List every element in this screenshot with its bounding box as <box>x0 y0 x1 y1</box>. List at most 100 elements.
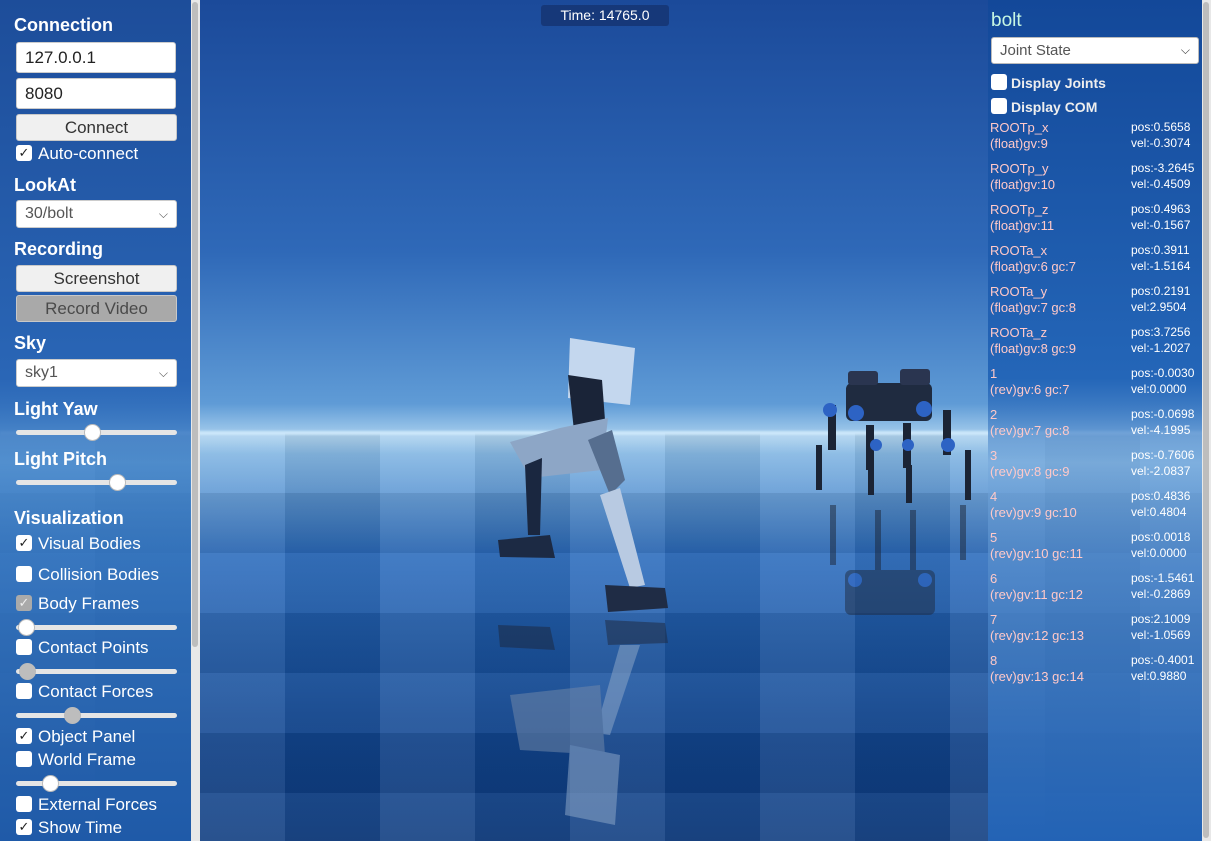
joint-gv-text: (rev)gv:8 gc:9 <box>990 464 1070 479</box>
sky-select[interactable]: sky1 ⌵ <box>16 359 177 387</box>
slider-knob[interactable] <box>83 424 101 441</box>
lookat-selected-value: 30/bolt <box>25 205 74 222</box>
record-video-button[interactable]: Record Video <box>16 295 177 322</box>
joint-pos-text: pos:0.3911 <box>1131 243 1190 257</box>
joint-gv-text: (rev)gv:13 gc:14 <box>990 669 1084 684</box>
bolt-robot[interactable] <box>490 330 680 620</box>
joint-row: ROOTa_z (float)gv:8 gc:9 pos:3.7256 vel:-1.… <box>990 325 1200 359</box>
joint-pos-text: pos:0.4963 <box>1131 202 1191 216</box>
screenshot-button[interactable]: Screenshot <box>16 265 177 292</box>
joint-name-text: 5 <box>990 530 998 545</box>
bolt-reflection <box>498 620 668 825</box>
checkbox-icon <box>16 682 32 699</box>
display-com-checkbox[interactable]: Display COM <box>991 98 1097 116</box>
checkbox-icon <box>991 98 1007 115</box>
joint-row: 4 (rev)gv:9 gc:10 pos:0.4836 vel:0.4804 <box>990 489 1200 523</box>
collision-bodies-checkbox[interactable]: Collision Bodies <box>16 565 159 585</box>
slider-track <box>16 669 177 674</box>
view-mode-select[interactable]: Joint State ⌵ <box>991 37 1199 64</box>
slider-knob[interactable] <box>64 707 82 724</box>
slider-knob[interactable] <box>109 474 127 491</box>
joint-gv-text: (rev)gv:12 gc:13 <box>990 628 1084 643</box>
contact-points-label: Contact Points <box>38 638 149 657</box>
slider-knob[interactable] <box>41 775 59 792</box>
joint-pos-text: pos:-0.0030 <box>1131 366 1195 380</box>
joint-name-text: ROOTp_z <box>990 202 1049 217</box>
joint-pos-text: pos:0.2191 <box>1131 284 1191 298</box>
right-panel-scrollbar[interactable] <box>1202 0 1211 841</box>
scrollbar-thumb[interactable] <box>192 2 198 647</box>
joint-gv-text: (float)gv:7 gc:8 <box>990 300 1076 315</box>
world-frame-slider[interactable] <box>16 775 177 793</box>
slider-knob[interactable] <box>17 619 35 636</box>
joint-vel-text: vel:-0.1567 <box>1131 218 1191 232</box>
joint-name-text: 7 <box>990 612 998 627</box>
world-frame-checkbox[interactable]: World Frame <box>16 750 136 770</box>
joint-pos-text: pos:0.4836 <box>1131 489 1191 503</box>
collision-bodies-label: Collision Bodies <box>38 565 159 584</box>
joint-gv-text: (rev)gv:10 gc:11 <box>990 546 1083 561</box>
joint-pos-text: pos:-0.7606 <box>1131 448 1195 462</box>
contact-points-checkbox[interactable]: Contact Points <box>16 638 149 658</box>
joint-vel-text: vel:2.9504 <box>1131 300 1187 314</box>
joint-row: 5 (rev)gv:10 gc:11 pos:0.0018 vel:0.0000 <box>990 530 1200 564</box>
body-frames-slider[interactable] <box>16 619 177 637</box>
ip-address-input[interactable]: 127.0.0.1 <box>16 42 176 73</box>
light-yaw-slider[interactable] <box>16 424 177 442</box>
checkbox-icon: ✓ <box>16 594 32 611</box>
checkbox-icon: ✓ <box>16 534 32 551</box>
joint-row: 3 (rev)gv:8 gc:9 pos:-0.7606 vel:-2.0837 <box>990 448 1200 482</box>
joint-row: 8 (rev)gv:13 gc:14 pos:-0.4001 vel:0.9880 <box>990 653 1200 687</box>
port-input[interactable]: 8080 <box>16 78 176 109</box>
joint-name-text: 6 <box>990 571 998 586</box>
connect-button[interactable]: Connect <box>16 114 177 141</box>
joint-row: ROOTp_x (float)gv:9 pos:0.5658 vel:-0.3074 <box>990 120 1200 154</box>
time-display: Time: 14765.0 <box>541 5 669 26</box>
external-forces-checkbox[interactable]: External Forces <box>16 795 157 815</box>
show-time-label: Show Time <box>38 818 123 837</box>
joint-row: 2 (rev)gv:7 gc:8 pos:-0.0698 vel:-4.1995 <box>990 407 1200 441</box>
body-frames-checkbox[interactable]: ✓ Body Frames <box>16 594 139 614</box>
slider-knob[interactable] <box>19 663 37 680</box>
checkbox-icon <box>16 750 32 767</box>
joint-vel-text: vel:-4.1995 <box>1131 423 1191 437</box>
bolt-left-shank <box>525 458 542 535</box>
left-panel-scrollbar[interactable] <box>191 0 200 841</box>
show-time-checkbox[interactable]: ✓ Show Time <box>16 818 122 838</box>
recording-title: Recording <box>14 239 104 259</box>
light-pitch-slider[interactable] <box>16 474 177 492</box>
auto-connect-label: Auto-connect <box>38 144 139 163</box>
checkbox-icon <box>16 795 32 812</box>
joint-name-text: 4 <box>990 489 998 504</box>
joint-vel-text: vel:-1.2027 <box>1131 341 1191 355</box>
contact-points-slider[interactable] <box>16 663 177 681</box>
joint-gv-text: (float)gv:6 gc:7 <box>990 259 1076 274</box>
joint-vel-text: vel:-1.5164 <box>1131 259 1191 273</box>
display-joints-label: Display Joints <box>1011 75 1106 91</box>
sky-title: Sky <box>14 333 47 353</box>
light-yaw-title: Light Yaw <box>14 399 98 419</box>
slider-track <box>16 713 177 718</box>
joint-pos-text: pos:-1.5461 <box>1131 571 1195 585</box>
lookat-select[interactable]: 30/bolt ⌵ <box>16 200 177 228</box>
object-panel-label: Object Panel <box>38 727 136 746</box>
auto-connect-checkbox[interactable]: ✓ Auto-connect <box>16 144 138 164</box>
display-joints-checkbox[interactable]: Display Joints <box>991 74 1106 92</box>
contact-forces-checkbox[interactable]: Contact Forces <box>16 682 153 702</box>
bolt-left-foot <box>498 535 555 558</box>
joint-pos-text: pos:0.0018 <box>1131 530 1191 544</box>
scrollbar-thumb[interactable] <box>1203 2 1209 838</box>
joint-name-text: 1 <box>990 366 998 381</box>
joint-vel-text: vel:0.0000 <box>1131 382 1187 396</box>
world-frame-label: World Frame <box>38 750 136 769</box>
object-panel-checkbox[interactable]: ✓ Object Panel <box>16 727 135 747</box>
chevron-down-icon: ⌵ <box>158 366 168 380</box>
visual-bodies-checkbox[interactable]: ✓ Visual Bodies <box>16 534 141 554</box>
checkbox-icon <box>991 74 1007 91</box>
joint-pos-text: pos:-0.0698 <box>1131 407 1195 421</box>
joint-vel-text: vel:0.0000 <box>1131 546 1187 560</box>
contact-forces-label: Contact Forces <box>38 682 154 701</box>
joint-vel-text: vel:0.4804 <box>1131 505 1187 519</box>
contact-forces-slider[interactable] <box>16 707 177 725</box>
anymal-robot[interactable] <box>808 365 978 510</box>
